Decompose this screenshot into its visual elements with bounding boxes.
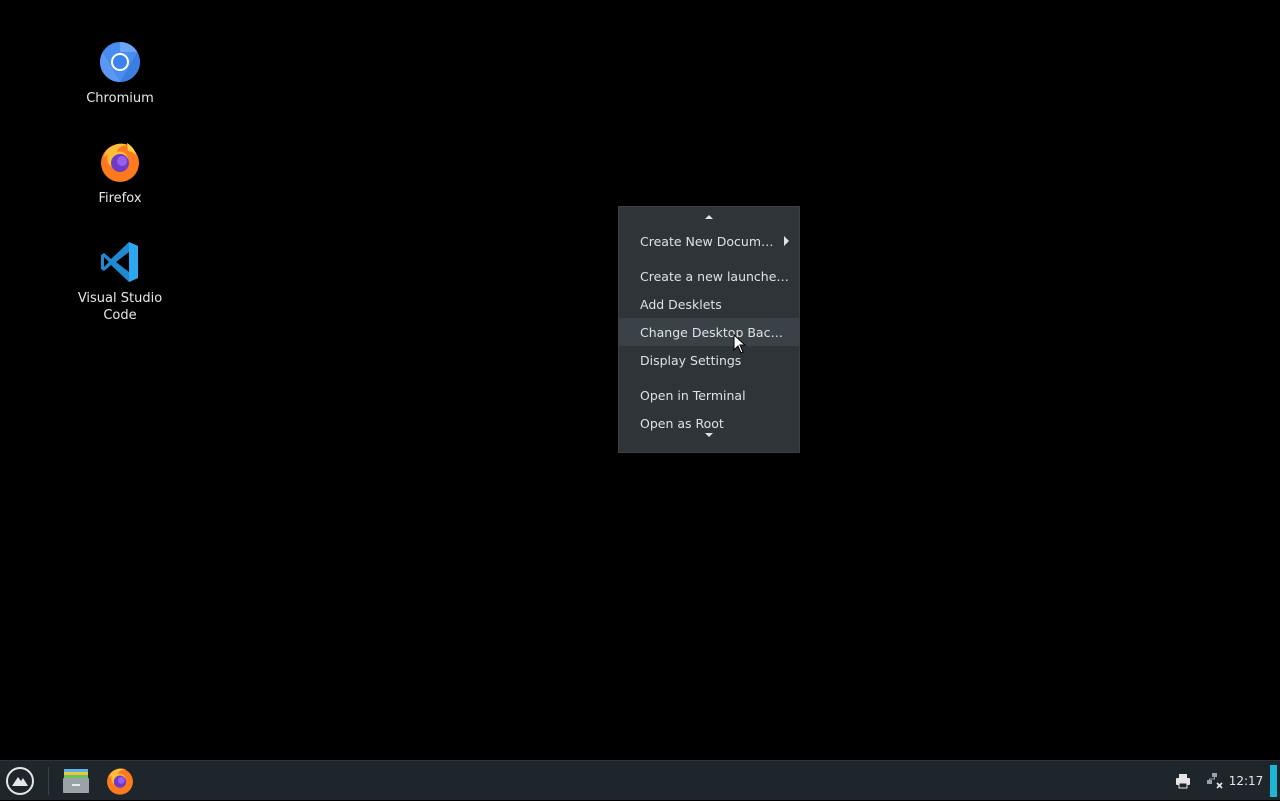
menu-item-create-launcher[interactable]: Create a new launcher here... [619,262,799,290]
desktop-icon-firefox[interactable]: Firefox [72,140,168,207]
show-desktop-button[interactable] [1270,765,1277,797]
start-menu-button[interactable] [3,764,37,798]
menu-item-add-desklets[interactable]: Add Desklets [619,290,799,318]
menu-item-create-new-document[interactable]: Create New Document [619,227,799,255]
network-disconnected-icon [1207,773,1223,789]
tray-printer[interactable] [1166,764,1200,798]
menu-item-change-desktop-background[interactable]: Change Desktop Background... [619,318,799,346]
menu-item-label: Create a new launcher here... [640,268,789,284]
menu-item-label: Open in Terminal [640,387,746,403]
vscode-icon [101,242,138,282]
desktop[interactable]: Chromium Firefox Visual Studio Code Crea… [0,0,1280,760]
taskbar-separator [48,767,49,795]
menu-scroll-up-icon[interactable] [619,211,799,223]
submenu-arrow-icon [784,236,789,246]
desktop-icon-label: Visual Studio Code [77,291,163,323]
desktop-context-menu: Create New Document Create a new launche… [618,206,800,453]
taskbar-launcher-files[interactable] [59,764,93,798]
desktop-icon-label: Firefox [98,191,142,206]
menu-scroll-down-icon[interactable] [619,429,799,441]
desktop-icon-chromium[interactable]: Chromium [72,40,168,107]
menu-item-open-in-terminal[interactable]: Open in Terminal [619,381,799,409]
menu-item-label: Create New Document [640,233,778,249]
taskbar: 12:17 [0,760,1280,800]
firefox-icon [101,143,139,182]
desktop-icon-vscode[interactable]: Visual Studio Code [72,240,168,324]
files-icon [63,769,89,793]
menu-item-label: Change Desktop Background... [640,324,789,340]
taskbar-clock[interactable]: 12:17 [1226,761,1266,801]
printer-icon [1176,774,1190,789]
menu-item-display-settings[interactable]: Display Settings [619,346,799,374]
menu-icon [6,767,34,795]
chromium-icon [100,42,140,82]
mouse-cursor-icon [733,334,747,354]
firefox-icon [107,768,133,795]
taskbar-launcher-firefox[interactable] [103,764,137,798]
desktop-icon-label: Chromium [86,91,154,106]
menu-item-label: Add Desklets [640,296,722,312]
menu-item-label: Display Settings [640,352,742,368]
